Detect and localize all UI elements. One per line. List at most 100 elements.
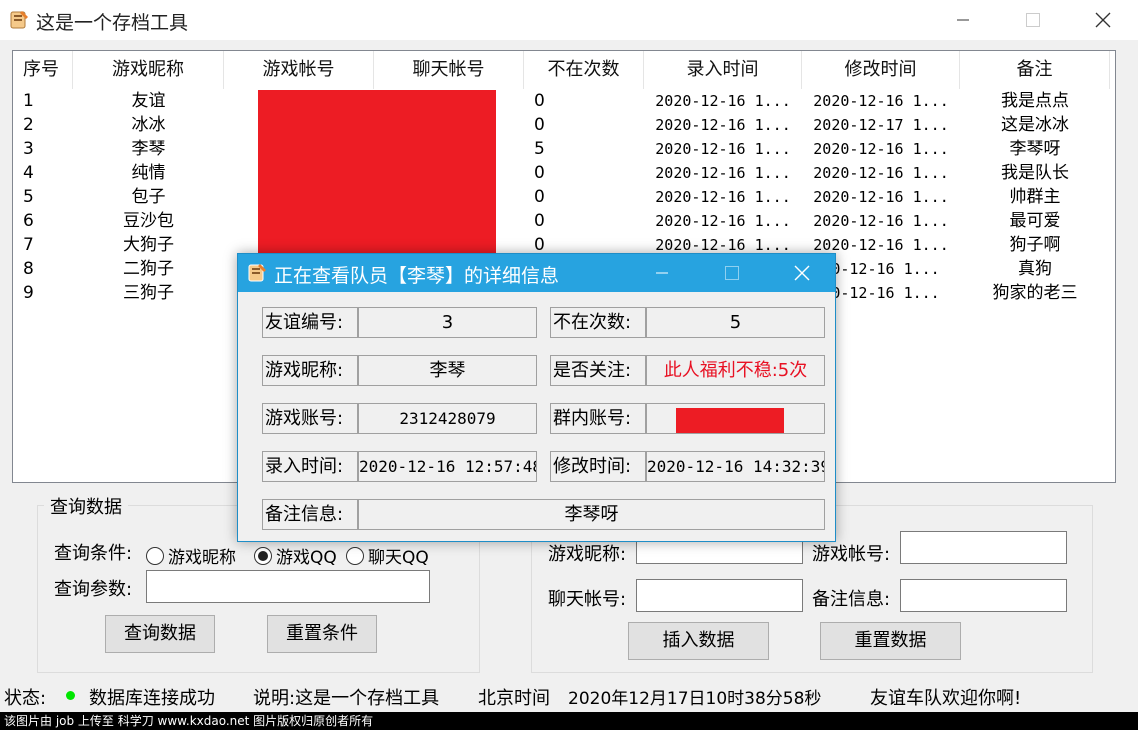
table-cell-nick: 冰冰	[131, 115, 166, 135]
table-cell-no: 8	[23, 259, 34, 279]
table-cell-nick: 豆沙包	[123, 211, 174, 231]
query-param-label: 查询参数:	[54, 579, 133, 600]
table-row[interactable]: 6豆沙包102020-12-16 1...2020-12-16 1...最可爱	[13, 209, 1115, 233]
table-row[interactable]: 3李琴252020-12-16 1...2020-12-16 1...李琴呀	[13, 137, 1115, 161]
table-cell-absent: 0	[534, 163, 545, 183]
status-description: 说明:这是一个存档工具	[253, 688, 440, 709]
close-icon	[1095, 12, 1111, 28]
radio-game-qq[interactable]: 游戏QQ	[254, 543, 337, 568]
table-row[interactable]: 4 纯情 0 2020-12-16 1... 2020-12-16 1... 我是队长	[13, 161, 1115, 185]
table-cell-nick: 纯情	[131, 163, 166, 183]
column-header[interactable]: 备注	[960, 51, 1110, 89]
table-cell-nick: 二狗子	[123, 259, 174, 279]
column-header[interactable]: 游戏帐号	[224, 51, 374, 89]
query-group-title: 查询数据	[44, 493, 128, 519]
table-cell-note: 我是队长	[1001, 163, 1069, 183]
close-icon	[794, 265, 810, 281]
radio-nickname[interactable]: 游戏昵称	[146, 543, 236, 568]
dialog-close-button[interactable]	[767, 254, 837, 292]
watch-value: 此人福利不稳:5次	[646, 355, 825, 386]
table-cell-note: 狗子啊	[1009, 235, 1061, 255]
dialog-minimize-button[interactable]	[627, 254, 697, 292]
insert-nick-label: 游戏昵称:	[548, 544, 627, 565]
table-cell-no: 9	[23, 283, 34, 303]
query-condition-label: 查询条件:	[54, 543, 133, 564]
dialog-title: 正在查看队员【李琴】的详细信息	[274, 265, 560, 287]
time-value: 2020年12月17日10时38分58秒	[568, 689, 822, 709]
table-cell-note: 最可爱	[1009, 211, 1061, 231]
note-value: 李琴呀	[358, 499, 825, 530]
dialog-maximize-button[interactable]	[697, 254, 767, 292]
table-cell-nick: 包子	[131, 187, 166, 207]
nick-value: 李琴	[358, 355, 537, 386]
id-value: 3	[358, 307, 537, 338]
column-header[interactable]: 修改时间	[802, 51, 960, 89]
query-button[interactable]: 查询数据	[105, 615, 215, 653]
table-cell-no: 3	[23, 139, 34, 159]
window-titlebar: 这是一个存档工具	[0, 0, 1138, 40]
radio-chat-qq[interactable]: 聊天QQ	[346, 543, 429, 568]
radio-circle-selected	[254, 546, 272, 565]
table-cell-modified: 2020-12-16 1...	[813, 164, 949, 182]
absent-value: 5	[646, 307, 825, 338]
table-cell-absent: 0	[534, 211, 545, 231]
insert-note-input[interactable]	[900, 579, 1067, 612]
insert-button[interactable]: 插入数据	[628, 622, 769, 660]
table-cell-created: 2020-12-16 1...	[655, 164, 791, 182]
table-cell-created: 2020-12-16 1...	[655, 212, 791, 230]
table-cell-nick: 大狗子	[123, 235, 174, 255]
table-cell-nick: 李琴	[131, 139, 166, 159]
table-cell-no: 2	[23, 115, 34, 135]
table-header: 序号 游戏昵称 游戏帐号 聊天帐号 不在次数 录入时间 修改时间 备注	[13, 51, 1115, 89]
query-param-input[interactable]	[146, 570, 430, 603]
account-label: 游戏账号:	[262, 403, 358, 434]
column-header[interactable]: 游戏昵称	[73, 51, 224, 89]
table-cell-created: 2020-12-16 1...	[655, 116, 791, 134]
table-cell-note: 帅群主	[1009, 187, 1061, 207]
insert-account-label: 游戏帐号:	[812, 544, 891, 565]
maximize-button[interactable]	[998, 0, 1068, 40]
modified-label: 修改时间:	[550, 451, 646, 482]
account-value: 2312428079	[358, 403, 537, 434]
table-cell-note: 真狗	[1018, 259, 1052, 279]
table-cell-modified: 2020-12-17 1...	[813, 116, 949, 134]
watch-label: 是否关注:	[550, 355, 646, 386]
table-row[interactable]: 1 友谊 0 2020-12-16 1... 2020-12-16 1... 我是点点	[13, 89, 1115, 113]
window-title: 这是一个存档工具	[36, 12, 189, 34]
group-account-label: 群内账号:	[550, 403, 646, 434]
table-cell-note: 狗家的老三	[992, 283, 1078, 303]
radio-circle	[346, 546, 364, 565]
status-ok-icon	[66, 691, 75, 700]
time-label: 北京时间	[478, 688, 550, 709]
table-cell-modified: 2020-12-16 1...	[813, 188, 949, 206]
watermark: 该图片由 job 上传至 科学刀 www.kxdao.net 图片版权归原创者所…	[0, 712, 1138, 730]
table-cell-no: 6	[23, 211, 34, 231]
dialog-titlebar: 正在查看队员【李琴】的详细信息	[238, 254, 835, 292]
insert-chat-input[interactable]	[636, 579, 803, 612]
column-header[interactable]: 录入时间	[644, 51, 802, 89]
reset-data-button[interactable]: 重置数据	[820, 622, 961, 660]
insert-note-label: 备注信息:	[812, 589, 891, 610]
reset-condition-button[interactable]: 重置条件	[267, 615, 377, 653]
created-label: 录入时间:	[262, 451, 358, 482]
table-cell-absent: 0	[534, 115, 545, 135]
close-button[interactable]	[1068, 0, 1138, 40]
maximize-icon	[1026, 13, 1040, 27]
app-icon	[248, 264, 266, 282]
modified-value: 2020-12-16 14:32:39	[646, 451, 825, 482]
table-cell-absent: 5	[534, 139, 545, 159]
table-cell-note: 我是点点	[1001, 91, 1069, 111]
table-row[interactable]: 5 包子 0 2020-12-16 1... 2020-12-16 1... 帅群主	[13, 185, 1115, 209]
app-icon	[10, 11, 28, 29]
table-row[interactable]: 2冰冰102020-12-16 1...2020-12-17 1...这是冰冰	[13, 113, 1115, 137]
table-cell-created: 2020-12-16 1...	[655, 140, 791, 158]
column-header[interactable]: 聊天帐号	[374, 51, 524, 89]
table-cell-modified: 2020-12-16 1...	[813, 212, 949, 230]
maximize-icon	[725, 266, 739, 280]
column-header[interactable]: 序号	[13, 51, 73, 89]
insert-account-input[interactable]	[900, 531, 1067, 564]
column-header[interactable]: 不在次数	[524, 51, 644, 89]
minimize-button[interactable]	[928, 0, 998, 40]
redaction-block	[676, 408, 784, 433]
absent-label: 不在次数:	[550, 307, 646, 338]
